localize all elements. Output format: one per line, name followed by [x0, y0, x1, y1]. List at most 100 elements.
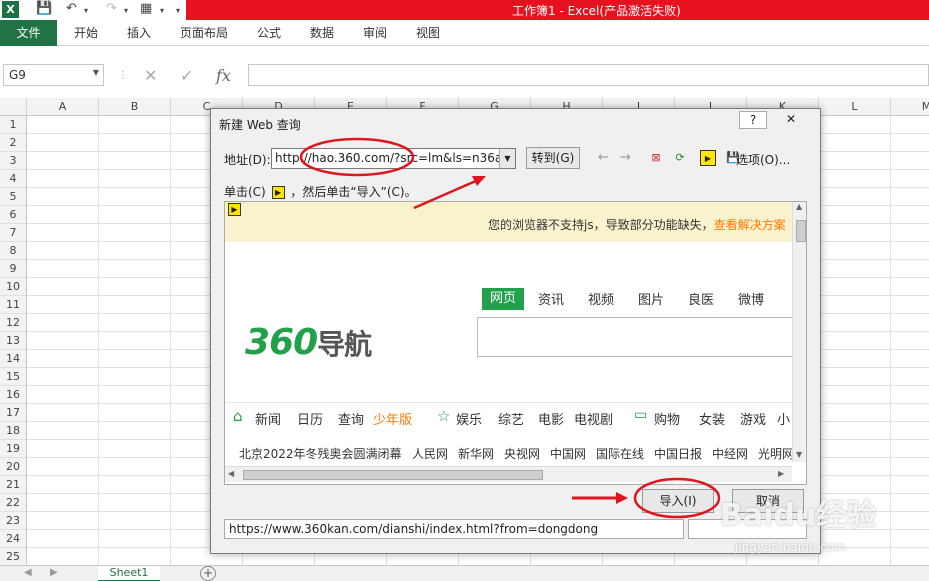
tab-page-layout[interactable]: 页面布局: [180, 24, 228, 41]
undo-icon[interactable]: ↶: [66, 1, 77, 19]
tab-home[interactable]: 开始: [74, 24, 98, 41]
vertical-scroll-thumb[interactable]: [796, 220, 806, 242]
row-header[interactable]: 12: [0, 314, 26, 332]
scroll-down-icon[interactable]: ▼: [796, 450, 802, 459]
category-link[interactable]: 游戏: [740, 409, 766, 428]
row-header[interactable]: 25: [0, 548, 26, 565]
help-button[interactable]: ?: [739, 111, 767, 129]
row-header[interactable]: 8: [0, 242, 26, 260]
news-link[interactable]: 国际在线: [596, 445, 644, 462]
row-header[interactable]: 22: [0, 494, 26, 512]
column-header[interactable]: L: [819, 98, 891, 116]
search-tab-weibo[interactable]: 微博: [738, 289, 764, 308]
column-header[interactable]: M: [891, 98, 929, 116]
logo-360[interactable]: 360导航: [245, 322, 372, 363]
row-header[interactable]: 15: [0, 368, 26, 386]
row-header[interactable]: 19: [0, 440, 26, 458]
row-header[interactable]: 4: [0, 170, 26, 188]
save-icon[interactable]: 💾: [36, 1, 52, 19]
row-header[interactable]: 9: [0, 260, 26, 278]
sheet-tab[interactable]: Sheet1: [98, 566, 160, 581]
vertical-scrollbar[interactable]: ▲ ▼: [792, 202, 806, 462]
insert-function-icon[interactable]: fx: [216, 66, 231, 85]
scroll-right-icon[interactable]: ▶: [778, 469, 784, 478]
news-link[interactable]: 央视网: [504, 445, 540, 462]
enter-formula-icon[interactable]: ✓: [180, 66, 193, 85]
stop-icon[interactable]: ⊠: [648, 150, 664, 166]
refresh-icon[interactable]: ⟳: [672, 150, 688, 166]
row-header[interactable]: 6: [0, 206, 26, 224]
news-link[interactable]: 新华网: [458, 445, 494, 462]
row-header[interactable]: 18: [0, 422, 26, 440]
chevron-down-icon[interactable]: ▼: [499, 149, 515, 168]
category-link[interactable]: 综艺: [498, 409, 524, 428]
tab-data[interactable]: 数据: [310, 24, 334, 41]
options-button[interactable]: 选项(O)...: [736, 151, 790, 168]
scroll-right-icon[interactable]: ▶: [50, 567, 58, 578]
category-link[interactable]: 购物: [654, 409, 680, 428]
search-tab-doctor[interactable]: 良医: [688, 289, 714, 308]
category-link[interactable]: 日历: [297, 409, 323, 428]
select-all-corner[interactable]: [0, 98, 27, 116]
row-header[interactable]: 23: [0, 512, 26, 530]
news-link[interactable]: 人民网: [412, 445, 448, 462]
column-header[interactable]: B: [99, 98, 171, 116]
search-input[interactable]: [477, 317, 795, 357]
column-header[interactable]: A: [27, 98, 99, 116]
row-header[interactable]: 14: [0, 350, 26, 368]
category-link[interactable]: 女装: [699, 409, 725, 428]
scroll-left-icon[interactable]: ◀: [24, 567, 32, 578]
page-select-marker-icon[interactable]: ▶: [228, 203, 241, 216]
row-header[interactable]: 7: [0, 224, 26, 242]
news-link[interactable]: 光明网: [758, 445, 794, 462]
scroll-up-icon[interactable]: ▲: [796, 202, 802, 211]
category-link[interactable]: 电视剧: [574, 409, 613, 428]
back-icon[interactable]: ←: [598, 150, 609, 165]
search-tab-video[interactable]: 视频: [588, 289, 614, 308]
row-header[interactable]: 5: [0, 188, 26, 206]
row-header[interactable]: 20: [0, 458, 26, 476]
row-header[interactable]: 24: [0, 530, 26, 548]
category-link-highlight[interactable]: 少年版: [373, 409, 412, 428]
row-header[interactable]: 21: [0, 476, 26, 494]
tab-view[interactable]: 视图: [416, 24, 440, 41]
row-header[interactable]: 11: [0, 296, 26, 314]
chevron-down-icon[interactable]: ▼: [93, 68, 99, 77]
import-button[interactable]: 导入(I): [642, 489, 714, 513]
js-warning-link[interactable]: 查看解决方案: [714, 218, 786, 232]
table-icon[interactable]: ▦: [140, 1, 152, 19]
row-header[interactable]: 3: [0, 152, 26, 170]
search-tab-web[interactable]: 网页: [482, 288, 524, 310]
row-header[interactable]: 13: [0, 332, 26, 350]
news-link[interactable]: 中国日报: [654, 445, 702, 462]
name-box[interactable]: G9 ▼: [3, 64, 104, 86]
goto-button[interactable]: 转到(G): [526, 147, 580, 169]
tab-file[interactable]: 文件: [0, 20, 57, 46]
category-link[interactable]: 新闻: [255, 409, 281, 428]
category-link[interactable]: 电影: [538, 409, 564, 428]
redo-icon[interactable]: ↷: [106, 1, 117, 19]
category-link[interactable]: 娱乐: [456, 409, 482, 428]
scroll-left-icon[interactable]: ◀: [228, 469, 234, 478]
row-header[interactable]: 2: [0, 134, 26, 152]
news-link[interactable]: 中国网: [550, 445, 586, 462]
add-sheet-button[interactable]: +: [200, 566, 216, 581]
row-header[interactable]: 16: [0, 386, 26, 404]
address-input[interactable]: http://hao.360.com/?src=lm&ls=n36ac: [271, 148, 516, 169]
forward-icon[interactable]: →: [620, 150, 631, 165]
horizontal-scroll-thumb[interactable]: [243, 470, 543, 480]
cancel-formula-icon[interactable]: ✕: [144, 66, 157, 85]
web-preview-pane[interactable]: 您的浏览器不支持js，导致部分功能缺失，查看解决方案 ▶ 网页 资讯 视频 图片…: [224, 201, 807, 485]
close-button[interactable]: ✕: [777, 111, 805, 129]
news-link[interactable]: 北京2022年冬残奥会圆满闭幕: [239, 445, 402, 462]
search-tab-news[interactable]: 资讯: [538, 289, 564, 308]
news-link[interactable]: 中经网: [712, 445, 748, 462]
horizontal-scrollbar[interactable]: ◀ ▶: [225, 466, 792, 482]
hide-icons-icon[interactable]: ▶: [700, 150, 716, 166]
row-header[interactable]: 1: [0, 116, 26, 134]
row-header[interactable]: 17: [0, 404, 26, 422]
category-link[interactable]: 小: [777, 409, 790, 428]
tab-formulas[interactable]: 公式: [257, 24, 281, 41]
formula-input[interactable]: [248, 64, 929, 86]
category-link[interactable]: 查询: [338, 409, 364, 428]
